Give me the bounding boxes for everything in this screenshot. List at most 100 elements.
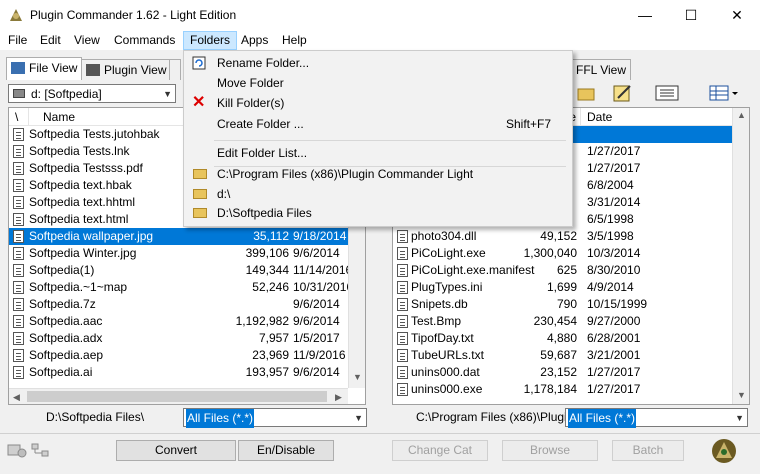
file-name: PlugTypes.ini bbox=[411, 280, 483, 294]
table-row[interactable]: TipofDay.txt 4,880 6/28/2001 bbox=[393, 330, 732, 347]
file-date: 1/27/2017 bbox=[587, 161, 641, 175]
en-disable-button[interactable]: En/Disable bbox=[238, 440, 334, 461]
plugin-tree-icon[interactable] bbox=[30, 441, 52, 459]
scroll-thumb[interactable] bbox=[27, 391, 327, 402]
plugin-settings-icon[interactable] bbox=[6, 441, 28, 459]
column-attr[interactable]: \ bbox=[9, 108, 29, 126]
file-size: 193,957 bbox=[245, 365, 289, 379]
file-icon bbox=[397, 383, 408, 396]
file-size: 230,454 bbox=[533, 314, 577, 328]
file-date: 9/6/2014 bbox=[293, 365, 340, 379]
menu-view[interactable]: View bbox=[68, 32, 106, 49]
file-icon bbox=[397, 366, 408, 379]
right-filter-select[interactable]: All Files (*.*) ▼ bbox=[565, 408, 748, 428]
chevron-down-icon: ▼ bbox=[354, 413, 363, 423]
file-icon bbox=[397, 332, 408, 345]
table-row[interactable]: Softpedia wallpaper.jpg 35,112 9/18/2014 bbox=[9, 228, 348, 245]
view-mode-dropdown[interactable] bbox=[708, 82, 740, 104]
menu-favorite-softpedia-files[interactable]: D:\Softpedia Files bbox=[184, 203, 570, 223]
scroll-left-icon[interactable]: ◀ bbox=[13, 392, 20, 403]
menu-commands[interactable]: Commands bbox=[108, 32, 181, 49]
file-name: Softpedia Tests.lnk bbox=[29, 144, 130, 158]
menu-favorite-plugin-commander[interactable]: C:\Program Files (x86)\Plugin Commander … bbox=[184, 164, 570, 184]
table-row[interactable]: PiCoLight.exe 1,300,040 10/3/2014 bbox=[393, 245, 732, 262]
left-drive-label: d: [Softpedia] bbox=[31, 87, 102, 101]
menu-kill-folders[interactable]: ✕ Kill Folder(s) bbox=[184, 93, 570, 113]
folder-icon bbox=[577, 88, 595, 101]
file-size: 1,699 bbox=[546, 280, 577, 294]
menu-edit[interactable]: Edit bbox=[34, 32, 67, 49]
convert-button[interactable]: Convert bbox=[116, 440, 236, 461]
close-button[interactable]: ✕ bbox=[714, 0, 760, 30]
table-row[interactable]: photo304.dll 49,152 3/5/1998 bbox=[393, 228, 732, 245]
menu-favorite-d-root[interactable]: d:\ bbox=[184, 184, 570, 204]
file-name: Snipets.db bbox=[411, 297, 468, 311]
batch-button[interactable]: Batch bbox=[612, 440, 684, 461]
menu-edit-folder-list[interactable]: Edit Folder List... bbox=[184, 143, 570, 163]
menu-rename-folder[interactable]: Rename Folder... bbox=[184, 53, 570, 73]
left-filter-select[interactable]: All Files (*.*) ▼ bbox=[183, 408, 367, 428]
table-row[interactable]: Softpedia(1) 149,344 11/14/2016 bbox=[9, 262, 352, 279]
table-row[interactable]: Softpedia.aac 1,192,982 9/6/2014 bbox=[9, 313, 348, 330]
table-row[interactable]: PiCoLight.exe.manifest 625 8/30/2010 bbox=[393, 262, 732, 279]
menu-apps[interactable]: Apps bbox=[235, 32, 274, 49]
file-icon bbox=[13, 230, 24, 243]
scroll-down-icon[interactable]: ▼ bbox=[737, 390, 746, 400]
file-icon bbox=[13, 332, 24, 345]
scroll-up-icon[interactable]: ▲ bbox=[737, 110, 746, 120]
table-row[interactable]: Softpedia Winter.jpg 399,106 9/6/2014 bbox=[9, 245, 348, 262]
scroll-right-icon[interactable]: ▶ bbox=[335, 392, 342, 403]
right-vertical-scrollbar[interactable]: ▲ ▼ bbox=[732, 108, 749, 404]
table-row[interactable]: Snipets.db 790 10/15/1999 bbox=[393, 296, 732, 313]
maximize-button[interactable]: ☐ bbox=[668, 0, 714, 30]
menu-help[interactable]: Help bbox=[276, 32, 313, 49]
file-date: 4/9/2014 bbox=[587, 280, 634, 294]
minimize-button[interactable]: — bbox=[622, 0, 668, 30]
folder-icon bbox=[193, 169, 207, 179]
file-name: unins000.dat bbox=[411, 365, 480, 379]
tab-partial[interactable] bbox=[169, 59, 181, 80]
file-name: Softpedia text.html bbox=[29, 212, 129, 226]
scroll-down-icon[interactable]: ▼ bbox=[353, 372, 362, 382]
left-current-path: D:\Softpedia Files\ bbox=[46, 410, 145, 424]
table-row[interactable]: Softpedia.adx 7,957 1/5/2017 bbox=[9, 330, 348, 347]
tab-file-view[interactable]: File View bbox=[6, 57, 83, 80]
change-cat-button[interactable]: Change Cat bbox=[392, 440, 488, 461]
file-size: 35,112 bbox=[253, 229, 289, 243]
file-size: 23,152 bbox=[540, 365, 577, 379]
menu-folders[interactable]: Folders bbox=[183, 31, 238, 50]
left-drive-select[interactable]: d: [Softpedia] ▼ bbox=[8, 84, 176, 103]
table-row[interactable]: unins000.dat 23,152 1/27/2017 bbox=[393, 364, 732, 381]
menu-move-folder[interactable]: Move Folder bbox=[184, 73, 570, 93]
menu-create-folder[interactable]: Create Folder ... Shift+F7 bbox=[184, 114, 570, 134]
tab-plugin-view[interactable]: Plugin View bbox=[81, 59, 172, 80]
tab-ffl-view[interactable]: FFL View bbox=[571, 59, 632, 80]
table-row[interactable]: Softpedia.~1~map 52,246 10/31/2016 bbox=[9, 279, 353, 296]
table-row[interactable]: Softpedia.ai 193,957 9/6/2014 bbox=[9, 364, 348, 381]
edit-folder-button[interactable] bbox=[610, 82, 636, 104]
chevron-down-icon: ▼ bbox=[163, 89, 172, 99]
table-row[interactable]: unins000.exe 1,178,184 1/27/2017 bbox=[393, 381, 732, 398]
details-view-button[interactable] bbox=[654, 82, 680, 104]
file-view-icon bbox=[11, 62, 25, 74]
table-row[interactable]: Softpedia.aep 23,969 11/9/2016 bbox=[9, 347, 348, 364]
app-logo-icon[interactable] bbox=[708, 436, 740, 466]
left-horizontal-scrollbar[interactable]: ◀ ▶ bbox=[9, 388, 348, 404]
file-icon bbox=[13, 366, 24, 379]
file-date: 9/6/2014 bbox=[293, 246, 340, 260]
menu-bar: File Edit View Commands Folders Apps Hel… bbox=[0, 30, 760, 50]
menu-file[interactable]: File bbox=[2, 32, 33, 49]
file-date: 9/18/2014 bbox=[293, 229, 347, 243]
table-row[interactable]: Test.Bmp 230,454 9/27/2000 bbox=[393, 313, 732, 330]
file-icon bbox=[13, 315, 24, 328]
folder-up-button[interactable] bbox=[574, 82, 600, 104]
file-icon bbox=[13, 128, 24, 141]
column-date[interactable]: Date bbox=[581, 108, 733, 126]
table-row[interactable]: PlugTypes.ini 1,699 4/9/2014 bbox=[393, 279, 732, 296]
file-icon bbox=[13, 281, 24, 294]
table-row[interactable]: TubeURLs.txt 59,687 3/21/2001 bbox=[393, 347, 732, 364]
file-date: 3/21/2001 bbox=[587, 348, 641, 362]
browse-button[interactable]: Browse bbox=[502, 440, 598, 461]
file-name: Softpedia.adx bbox=[29, 331, 103, 345]
table-row[interactable]: Softpedia.7z 9/6/2014 bbox=[9, 296, 348, 313]
